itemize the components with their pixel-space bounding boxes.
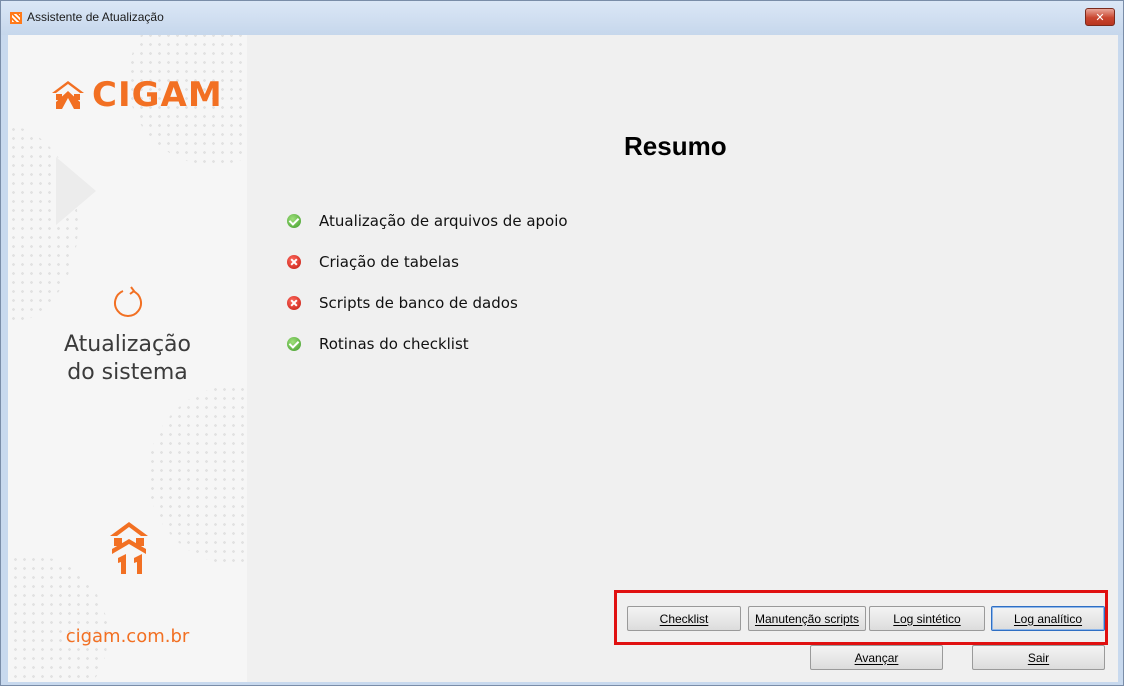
log-sintetico-button-label: Log sintético [893, 611, 961, 626]
sidebar-heading-line2: do sistema [67, 360, 188, 385]
decor-triangle [56, 157, 96, 225]
step-label: Criação de tabelas [319, 252, 459, 271]
checklist-button[interactable]: Checklist [627, 606, 741, 631]
log-analitico-button-label: Log analítico [1013, 611, 1083, 626]
decor-dots [148, 385, 247, 565]
step-label: Rotinas do checklist [319, 334, 469, 353]
step-label: Atualização de arquivos de apoio [319, 211, 568, 230]
manutencao-scripts-button-label: Manutenção scripts [754, 611, 860, 626]
manutencao-scripts-button[interactable]: Manutenção scripts [748, 606, 866, 631]
error-icon [287, 295, 301, 310]
app-icon [10, 12, 22, 24]
sair-button[interactable]: Sair [972, 645, 1105, 670]
check-icon [287, 213, 301, 228]
step-label: Scripts de banco de dados [319, 293, 518, 312]
cigam-11-icon [110, 522, 148, 574]
window-title: Assistente de Atualização [27, 10, 164, 24]
sair-button-label: Sair [1027, 650, 1050, 665]
avancar-button-label: Avançar [854, 650, 899, 665]
checklist-button-label: Checklist [659, 611, 709, 626]
close-button[interactable]: ✕ [1085, 8, 1115, 26]
brand-name: CIGAM [92, 75, 223, 115]
list-item: Rotinas do checklist [287, 323, 568, 364]
list-item: Atualização de arquivos de apoio [287, 200, 568, 241]
list-item: Criação de tabelas [287, 241, 568, 282]
title-bar: Assistente de Atualização ✕ [1, 1, 1123, 35]
step-list: Atualização de arquivos de apoio Criação… [287, 200, 568, 364]
client-area: CIGAM Atualização do sistema cigam.com.b… [8, 35, 1118, 682]
close-icon: ✕ [1095, 10, 1105, 24]
decor-dots [8, 555, 108, 682]
decor-dots [8, 125, 78, 325]
error-icon [287, 254, 301, 269]
log-analitico-button[interactable]: Log analítico [991, 606, 1105, 631]
main-panel: Resumo Atualização de arquivos de apoio … [247, 35, 1118, 682]
cigam-logo: CIGAM [50, 75, 223, 115]
website-link: cigam.com.br [65, 626, 190, 647]
sidebar-panel: CIGAM Atualização do sistema cigam.com.b… [8, 35, 247, 682]
log-sintetico-button[interactable]: Log sintético [869, 606, 985, 631]
sidebar-heading-line1: Atualização [63, 332, 191, 357]
check-icon [287, 336, 301, 351]
refresh-icon [114, 286, 142, 317]
installer-window: Assistente de Atualização ✕ CIGAM Atuali… [0, 0, 1124, 686]
cigam-logo-icon [52, 81, 84, 109]
list-item: Scripts de banco de dados [287, 282, 568, 323]
sidebar-heading: Atualização do sistema [8, 331, 247, 387]
avancar-button[interactable]: Avançar [810, 645, 943, 670]
page-title: Resumo [624, 131, 727, 161]
